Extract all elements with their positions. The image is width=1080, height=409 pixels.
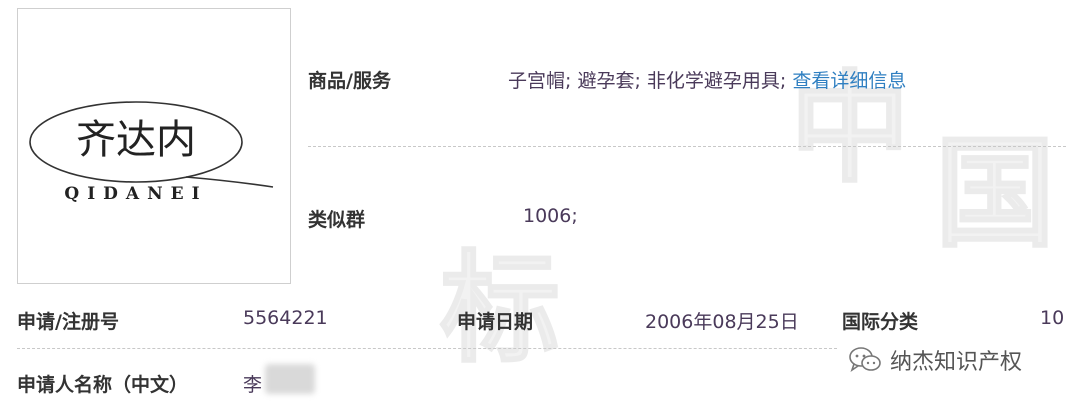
goods-label: 商品/服务: [308, 70, 391, 92]
trademark-logo-graphic: 齐达内 QIDANEI: [29, 101, 274, 204]
redacted-applicant-name: [265, 364, 315, 394]
application-date-label: 申请日期: [457, 311, 534, 333]
watermark-char-guo: 国: [934, 125, 1056, 264]
applicant-value: 李: [243, 374, 263, 396]
wechat-account-name: 纳杰知识产权: [890, 350, 1023, 375]
goods-value: 子宫帽; 避孕套; 非化学避孕用具;: [508, 70, 787, 92]
applicant-label: 申请人名称（中文）: [17, 374, 189, 396]
goods-value-line: 子宫帽; 避孕套; 非化学避孕用具; 查看详细信息: [508, 66, 906, 93]
registration-value: 5564221: [243, 307, 328, 329]
similar-group-value: 1006;: [523, 205, 578, 227]
wechat-icon: [849, 347, 881, 372]
view-details-link[interactable]: 查看详细信息: [792, 70, 906, 92]
intl-class-label: 国际分类: [842, 311, 919, 333]
registration-label: 申请/注册号: [17, 311, 119, 333]
wechat-watermark: 纳杰知识产权: [848, 344, 1022, 376]
similar-group-label: 类似群: [308, 209, 366, 231]
logo-latin-text: QIDANEI: [64, 184, 207, 204]
trademark-logo: 齐达内 QIDANEI: [17, 8, 291, 284]
divider: [308, 146, 1066, 147]
logo-chinese-text: 齐达内: [76, 117, 196, 163]
divider: [17, 348, 837, 349]
application-date-value: 2006年08月25日: [645, 311, 799, 333]
intl-class-value: 10: [1040, 307, 1065, 329]
